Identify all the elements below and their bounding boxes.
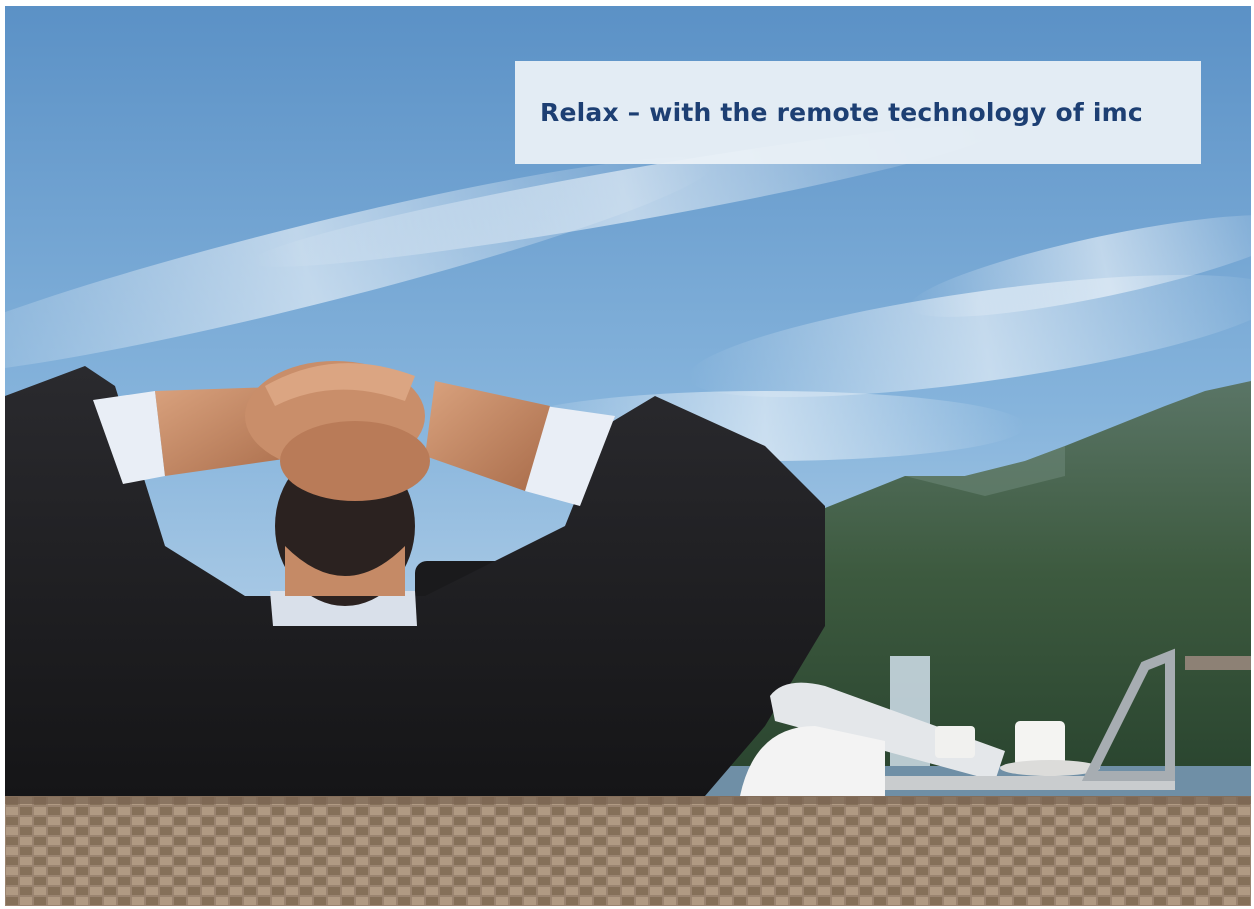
photo-frame: Relax – with the remote technology of im… bbox=[5, 6, 1251, 906]
caption-box: Relax – with the remote technology of im… bbox=[515, 61, 1201, 164]
caption-headline: Relax – with the remote technology of im… bbox=[540, 98, 1143, 127]
